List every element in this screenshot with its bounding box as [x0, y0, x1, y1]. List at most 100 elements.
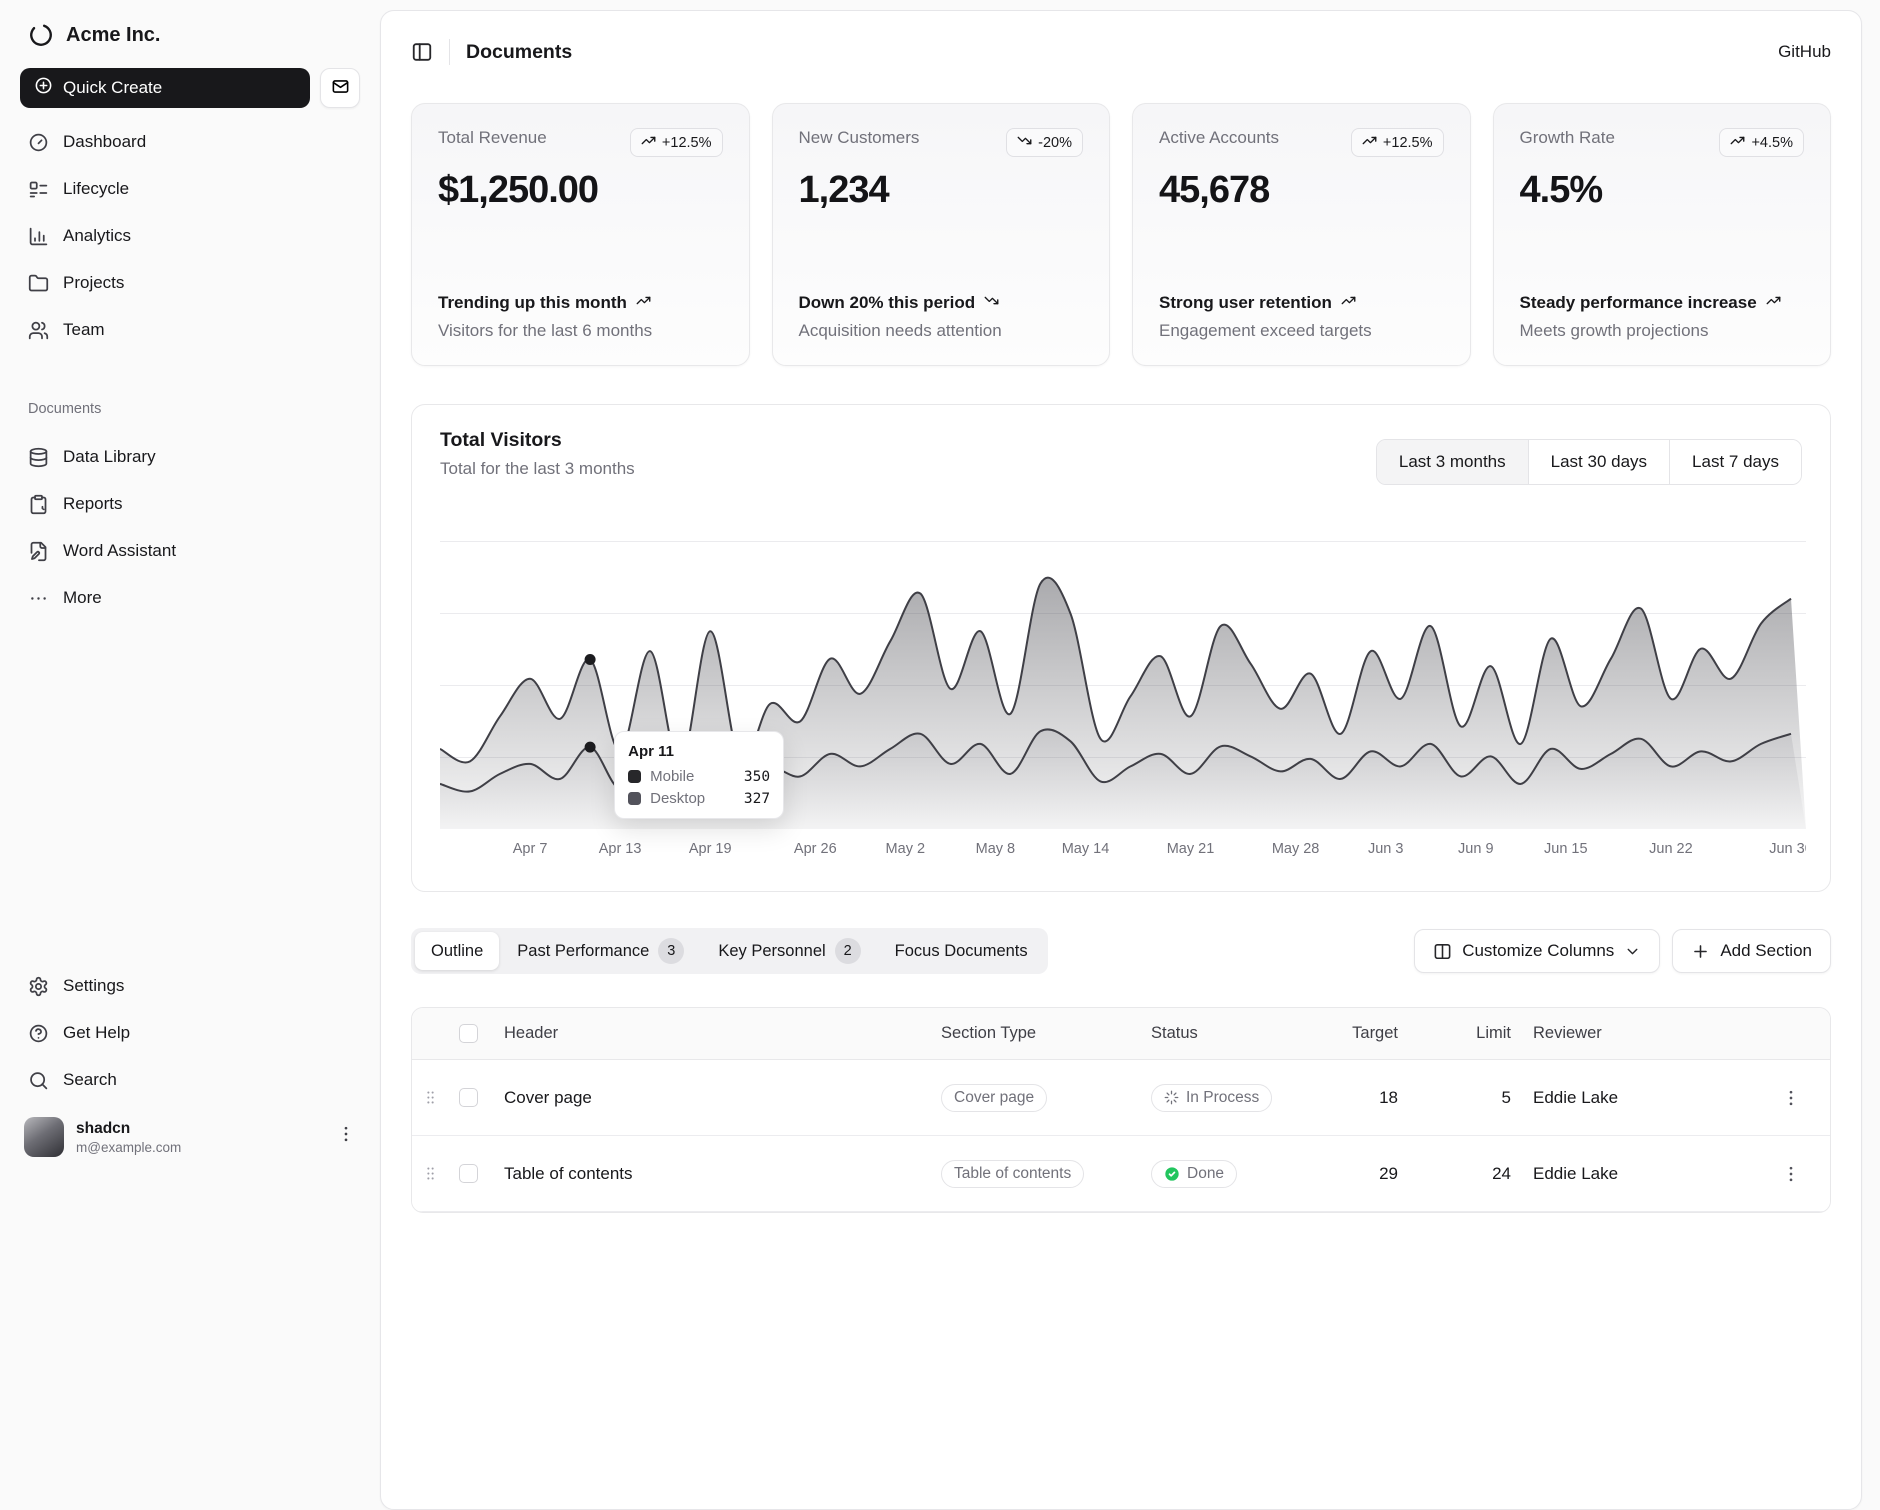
tooltip-row-mobile: Mobile 350 — [628, 768, 770, 785]
stat-value: $1,250.00 — [438, 169, 723, 212]
sidebar-item-reports[interactable]: Reports — [16, 484, 364, 524]
ellipsis-vertical-icon[interactable] — [336, 1124, 356, 1144]
sidebar-item-label: Dashboard — [63, 132, 146, 152]
svg-text:May 21: May 21 — [1167, 841, 1215, 857]
trending-down-icon — [1017, 133, 1032, 152]
sidebar-item-dashboard[interactable]: Dashboard — [16, 122, 364, 162]
status-badge: In Process — [1151, 1084, 1272, 1112]
svg-text:May 8: May 8 — [976, 841, 1016, 857]
tab-key-personnel[interactable]: Key Personnel2 — [702, 932, 876, 970]
col-status: Status — [1141, 1024, 1331, 1043]
tab-past-performance[interactable]: Past Performance3 — [501, 932, 700, 970]
series-swatch — [628, 770, 641, 783]
sidebar-item-projects[interactable]: Projects — [16, 263, 364, 303]
plus-icon — [1691, 942, 1710, 961]
svg-text:Jun 22: Jun 22 — [1649, 841, 1693, 857]
sidebar-item-more[interactable]: More — [16, 578, 364, 618]
tab-label: Outline — [431, 942, 483, 961]
divider — [449, 39, 450, 65]
brand-logo-icon — [28, 22, 54, 48]
quick-create-label: Quick Create — [63, 78, 162, 98]
tab-focus-documents[interactable]: Focus Documents — [879, 932, 1044, 970]
row-checkbox[interactable] — [459, 1164, 478, 1183]
sidebar-item-label: Get Help — [63, 1023, 130, 1043]
section-type-badge: Cover page — [941, 1084, 1047, 1112]
stat-card-active-accounts: Active Accounts +12.5% 45,678 Strong use… — [1132, 103, 1471, 366]
sidebar-item-lifecycle[interactable]: Lifecycle — [16, 169, 364, 209]
trend-badge: +4.5% — [1719, 128, 1804, 157]
row-menu-button[interactable] — [1781, 1164, 1801, 1184]
table-header-row: Header Section Type Status Target Limit … — [412, 1008, 1830, 1060]
stat-footer-subtitle: Meets growth projections — [1520, 321, 1805, 341]
sidebar-item-analytics[interactable]: Analytics — [16, 216, 364, 256]
brand[interactable]: Acme Inc. — [16, 12, 364, 58]
stat-footer-title: Strong user retention — [1159, 292, 1444, 314]
sidebar-item-team[interactable]: Team — [16, 310, 364, 350]
stat-card-total-revenue: Total Revenue +12.5% $1,250.00 Trending … — [411, 103, 750, 366]
svg-text:Jun 15: Jun 15 — [1544, 841, 1588, 857]
row-reviewer[interactable]: Eddie Lake — [1521, 1088, 1751, 1108]
customize-columns-button[interactable]: Customize Columns — [1414, 929, 1660, 973]
trend-badge: +12.5% — [1351, 128, 1444, 157]
add-section-label: Add Section — [1720, 941, 1812, 961]
row-name[interactable]: Table of contents — [488, 1164, 941, 1184]
chevron-down-icon — [1624, 943, 1641, 960]
range-last-3-months[interactable]: Last 3 months — [1377, 440, 1528, 484]
range-last-30-days[interactable]: Last 30 days — [1528, 440, 1669, 484]
row-limit[interactable]: 5 — [1411, 1088, 1521, 1108]
col-target: Target — [1331, 1024, 1411, 1043]
col-limit: Limit — [1411, 1024, 1521, 1043]
stat-footer-title: Trending up this month — [438, 292, 723, 314]
svg-text:Apr 7: Apr 7 — [513, 841, 548, 857]
stat-footer-subtitle: Visitors for the last 6 months — [438, 321, 723, 341]
row-limit[interactable]: 24 — [1411, 1164, 1521, 1184]
sidebar-item-search[interactable]: Search — [16, 1060, 364, 1100]
series-value: 327 — [744, 791, 770, 807]
check-circle-icon — [1164, 1166, 1180, 1182]
clipboard-icon — [28, 494, 49, 515]
sidebar-item-data-library[interactable]: Data Library — [16, 437, 364, 477]
visitors-area-chart[interactable]: Apr 7Apr 13Apr 19Apr 26May 2May 8May 14M… — [440, 541, 1802, 861]
chart-subtitle: Total for the last 3 months — [440, 459, 635, 479]
github-link[interactable]: GitHub — [1778, 42, 1831, 62]
tab-label: Focus Documents — [895, 942, 1028, 961]
sidebar-item-word-assistant[interactable]: Word Assistant — [16, 531, 364, 571]
tab-outline[interactable]: Outline — [415, 932, 499, 970]
stat-card-growth-rate: Growth Rate +4.5% 4.5% Steady performanc… — [1493, 103, 1832, 366]
sidebar-item-settings[interactable]: Settings — [16, 966, 364, 1006]
panel-left-icon[interactable] — [411, 41, 433, 63]
section-tab-list: Outline Past Performance3Key Personnel2 Fo… — [411, 928, 1048, 974]
user-menu[interactable]: shadcn m@example.com — [16, 1107, 364, 1161]
row-reviewer[interactable]: Eddie Lake — [1521, 1164, 1751, 1184]
drag-handle-icon[interactable] — [422, 1165, 439, 1182]
ellipsis-icon — [28, 588, 49, 609]
tooltip-row-desktop: Desktop 327 — [628, 790, 770, 807]
inbox-button[interactable] — [320, 68, 360, 108]
tab-label: Past Performance — [517, 942, 649, 961]
sidebar-item-label: Team — [63, 320, 105, 340]
row-target[interactable]: 29 — [1331, 1164, 1411, 1184]
trending-down-icon — [984, 292, 999, 314]
select-all-checkbox[interactable] — [459, 1024, 478, 1043]
help-icon — [28, 1023, 49, 1044]
stat-label: Growth Rate — [1520, 128, 1615, 148]
row-target[interactable]: 18 — [1331, 1088, 1411, 1108]
sidebar-item-label: Word Assistant — [63, 541, 176, 561]
sidebar-nav: Dashboard Lifecycle Analytics Projects Team — [16, 122, 364, 357]
quick-create-button[interactable]: Quick Create — [20, 68, 310, 108]
customize-columns-label: Customize Columns — [1462, 941, 1614, 961]
table-row: Table of contents Table of contents Done… — [412, 1136, 1830, 1212]
file-pen-icon — [28, 541, 49, 562]
range-last-7-days[interactable]: Last 7 days — [1669, 440, 1801, 484]
svg-text:Jun 3: Jun 3 — [1368, 841, 1403, 857]
sidebar-documents-nav: Data Library Reports Word Assistant More — [16, 437, 364, 625]
stat-label: New Customers — [799, 128, 920, 148]
sidebar-item-get-help[interactable]: Get Help — [16, 1013, 364, 1053]
stat-footer-title: Steady performance increase — [1520, 292, 1805, 314]
add-section-button[interactable]: Add Section — [1672, 929, 1831, 973]
row-name[interactable]: Cover page — [488, 1088, 941, 1108]
trending-up-icon — [1730, 133, 1745, 152]
row-menu-button[interactable] — [1781, 1088, 1801, 1108]
row-checkbox[interactable] — [459, 1088, 478, 1107]
drag-handle-icon[interactable] — [422, 1089, 439, 1106]
